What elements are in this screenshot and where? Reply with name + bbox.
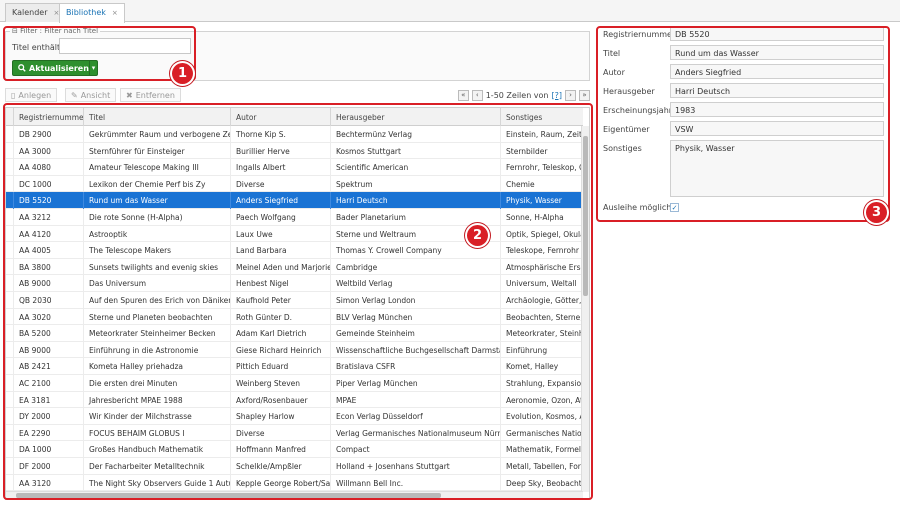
annotation-number: 3 xyxy=(864,200,889,225)
add-button[interactable]: ▯ Anlegen xyxy=(5,88,58,102)
add-label: Anlegen xyxy=(18,91,52,100)
tab-kalender[interactable]: Kalender × xyxy=(5,3,67,22)
view-label: Ansicht xyxy=(80,91,111,100)
grid-toolbar: ▯ Anlegen ✎ Ansicht ✖ Entfernen « ‹ 1-50 Ze… xyxy=(5,88,590,102)
prev-page-icon[interactable]: ‹ xyxy=(471,89,483,101)
total-count-link[interactable]: [?] xyxy=(552,91,563,100)
pager: « ‹ 1-50 Zeilen von [?] › » xyxy=(457,88,590,102)
annotation-box-filter xyxy=(3,26,196,81)
next-page-icon[interactable]: › xyxy=(565,89,576,101)
tab-label: Bibliothek xyxy=(66,8,106,17)
last-page-icon[interactable]: » xyxy=(579,89,590,101)
remove-button[interactable]: ✖ Entfernen xyxy=(120,88,181,102)
tab-bar: Kalender × Bibliothek × xyxy=(0,0,900,23)
delete-icon: ✖ xyxy=(126,91,133,100)
annotation-box-detail xyxy=(596,26,890,222)
annotation-box-grid xyxy=(3,103,593,500)
first-page-icon[interactable]: « xyxy=(457,89,469,101)
tab-bibliothek[interactable]: Bibliothek × xyxy=(59,3,125,23)
close-icon[interactable]: × xyxy=(112,9,118,17)
tab-label: Kalender xyxy=(12,8,48,17)
view-button[interactable]: ✎ Ansicht xyxy=(65,88,117,102)
remove-label: Entfernen xyxy=(135,91,175,100)
pager-text: 1-50 Zeilen von xyxy=(485,90,549,100)
document-icon: ▯ xyxy=(11,91,16,100)
pencil-icon: ✎ xyxy=(71,91,78,100)
annotation-number: 1 xyxy=(170,61,195,86)
annotation-number: 2 xyxy=(465,223,490,248)
